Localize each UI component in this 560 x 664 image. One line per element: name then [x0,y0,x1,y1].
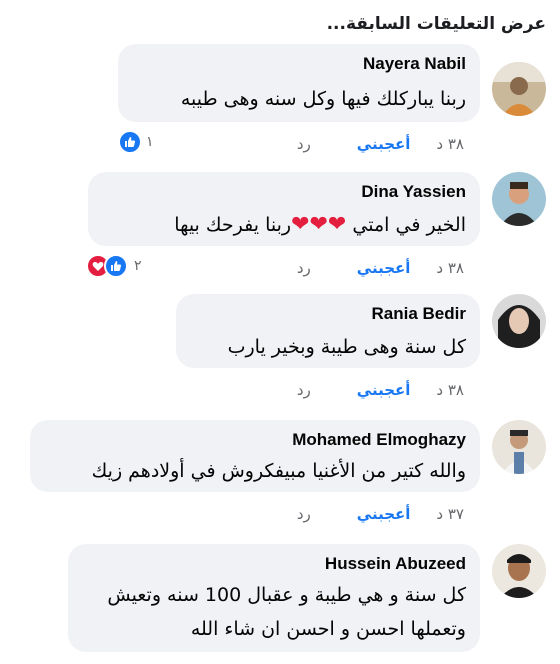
comment-author[interactable]: Hussein Abuzeed [325,554,466,574]
avatar[interactable] [492,294,546,348]
comment-time[interactable]: ٣٨ د [436,259,464,277]
comment-item: Hussein Abuzeed كل سنة و هي طيبة و عقبال… [0,544,560,664]
avatar[interactable] [492,544,546,598]
comment-actions: ٣٧ د أعجبني رد [297,502,464,526]
avatar[interactable] [492,62,546,116]
reply-button[interactable]: رد [297,259,311,277]
reaction-count: ١ [146,134,154,150]
reaction-summary[interactable]: ٢ [86,254,146,278]
like-reaction-icon [118,130,142,154]
comment-author[interactable]: Mohamed Elmoghazy [292,430,466,450]
like-button[interactable]: أعجبني [357,381,411,399]
comment-bubble: Rania Bedir كل سنة وهى طيبة وبخير يارب [176,294,480,368]
comment-text: وتعملها احسن و احسن ان شاء الله [190,618,466,640]
like-button[interactable]: أعجبني [357,135,411,153]
comment-text: الخير في امتي ❤❤❤ربنا يفرحك بيها [174,208,466,242]
comment-bubble: Dina Yassien الخير في امتي ❤❤❤ربنا يفرحك… [88,172,480,246]
comment-actions: ٣٨ د أعجبني رد [297,378,464,402]
comment-item: Mohamed Elmoghazy والله كتير من الأغنيا … [0,420,560,532]
avatar[interactable] [492,172,546,226]
reaction-summary[interactable]: ١ [118,130,158,154]
reply-button[interactable]: رد [297,381,311,399]
comment-text: ربنا يباركلك فيها وكل سنه وهى طيبه [180,88,466,110]
avatar[interactable] [492,420,546,474]
comment-text: والله كتير من الأغنيا مبيفكروش في أولاده… [91,460,466,482]
comment-text: كل سنة و هي طيبة و عقبال 100 سنه وتعيش [107,584,466,606]
reply-button[interactable]: رد [297,505,311,523]
heart-emoji-icon: ❤❤❤ [291,212,347,237]
comment-item: Rania Bedir كل سنة وهى طيبة وبخير يارب ٣… [0,294,560,406]
reply-button[interactable]: رد [297,135,311,153]
comment-text: كل سنة وهى طيبة وبخير يارب [227,336,466,358]
comment-author[interactable]: Rania Bedir [372,304,466,324]
comment-bubble: Nayera Nabil ربنا يباركلك فيها وكل سنه و… [118,44,480,122]
view-previous-comments-link[interactable]: عرض التعليقات السابقة... [327,14,546,34]
comment-time[interactable]: ٣٧ د [436,505,464,523]
comment-time[interactable]: ٣٨ د [436,381,464,399]
reaction-count: ٢ [134,258,142,274]
comment-item: Dina Yassien الخير في امتي ❤❤❤ربنا يفرحك… [0,172,560,290]
like-button[interactable]: أعجبني [357,259,411,277]
like-reaction-icon [104,254,128,278]
comment-item: Nayera Nabil ربنا يباركلك فيها وكل سنه و… [0,44,560,162]
comment-time[interactable]: ٣٨ د [436,135,464,153]
comment-author[interactable]: Dina Yassien [361,182,466,202]
comment-actions: ٣٨ د أعجبني رد [297,256,464,280]
comment-author[interactable]: Nayera Nabil [363,54,466,74]
comment-text-part: الخير في امتي [352,214,466,236]
comment-bubble: Mohamed Elmoghazy والله كتير من الأغنيا … [30,420,480,492]
comment-bubble: Hussein Abuzeed كل سنة و هي طيبة و عقبال… [68,544,480,652]
comment-text-part: ربنا يفرحك بيها [174,214,292,236]
comment-actions: ٣٨ د أعجبني رد [297,132,464,156]
like-button[interactable]: أعجبني [357,505,411,523]
